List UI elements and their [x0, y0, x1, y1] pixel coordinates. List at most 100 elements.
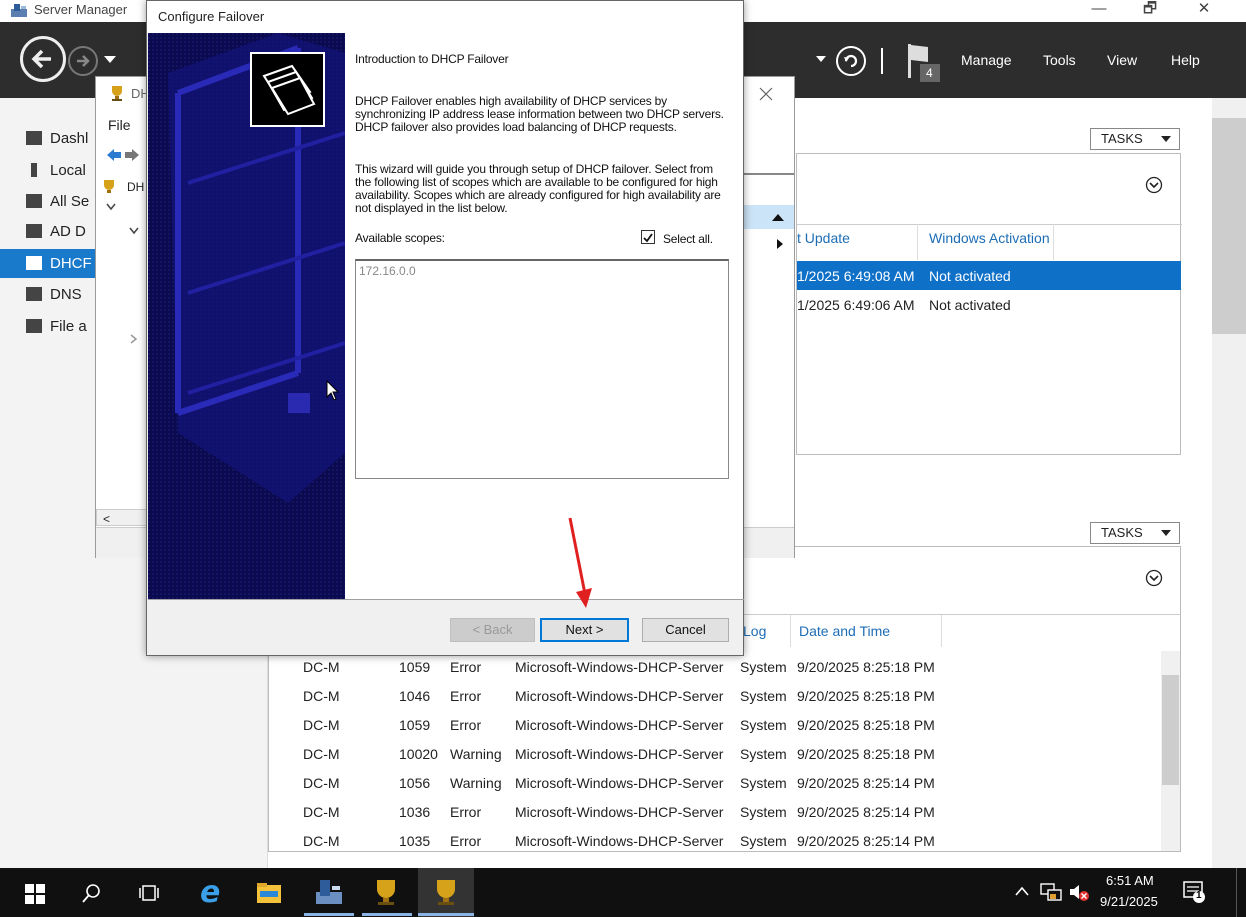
dhcp-icon — [26, 256, 42, 270]
sidebar-item-ad-ds[interactable]: AD D — [26, 217, 86, 245]
close-button[interactable]: ✕ — [1181, 0, 1227, 22]
chevron-down-icon — [1161, 136, 1171, 142]
dhcp-close-icon[interactable] — [759, 87, 773, 101]
sidebar-item-file-storage[interactable]: File a — [26, 312, 87, 340]
collapse-tile-icon[interactable] — [1145, 569, 1163, 587]
event-row[interactable]: DC-M 1046 Error Microsoft-Windows-DHCP-Serv… — [296, 682, 1166, 711]
menu-view[interactable]: View — [1107, 52, 1137, 68]
sidebar-item-dns[interactable]: DNS — [26, 280, 82, 308]
dashboard-icon — [26, 131, 42, 145]
svg-text:e: e — [200, 878, 220, 906]
event-source: Microsoft-Windows-DHCP-Server — [515, 746, 724, 762]
menu-file[interactable]: File — [108, 117, 131, 133]
available-scopes-label: Available scopes: — [355, 231, 445, 245]
event-row[interactable]: DC-M 1059 Error Microsoft-Windows-DHCP-Serv… — [296, 711, 1166, 740]
dhcp-active-taskbar-icon — [437, 880, 455, 905]
event-server: DC-M — [303, 717, 340, 733]
back-button[interactable] — [20, 36, 66, 82]
tree-expand-icon[interactable] — [106, 203, 116, 211]
folders-icon — [262, 64, 316, 116]
wizard-banner — [148, 33, 345, 599]
event-source: Microsoft-Windows-DHCP-Server — [515, 688, 724, 704]
event-row[interactable]: DC-M 10020 Warning Microsoft-Windows-DHCP-S… — [296, 740, 1166, 769]
row-activation: Not activated — [929, 268, 1011, 284]
refresh-dropdown-icon[interactable] — [816, 56, 826, 63]
event-server: DC-M — [303, 746, 340, 762]
taskbar-open-indicator — [304, 913, 354, 916]
event-row[interactable]: DC-M 1056 Warning Microsoft-Windows-DHCP-Se… — [296, 769, 1166, 798]
actions-pane-header[interactable] — [744, 205, 794, 229]
event-log: System — [740, 659, 787, 675]
cancel-button[interactable]: Cancel — [642, 618, 729, 642]
select-all-label[interactable]: Select all. — [663, 233, 713, 246]
internet-explorer-icon[interactable]: e — [198, 878, 228, 906]
menu-manage[interactable]: Manage — [961, 52, 1012, 68]
search-icon[interactable] — [82, 883, 102, 903]
next-button[interactable]: Next > — [540, 618, 629, 642]
configure-failover-dialog: Configure Failover Introduction to DHCP … — [146, 0, 744, 656]
tree-collapsed-icon[interactable] — [130, 334, 138, 344]
refresh-button[interactable] — [836, 46, 866, 76]
scope-item[interactable]: 172.16.0.0 — [359, 264, 416, 278]
main-scrollbar[interactable] — [1212, 98, 1246, 868]
sidebar-item-local-server[interactable]: Local — [26, 156, 86, 184]
windows-start-icon[interactable] — [25, 884, 45, 904]
event-row[interactable]: DC-M 1036 Error Microsoft-Windows-DHCP-Serv… — [296, 798, 1166, 827]
dhcp-taskbar-icon[interactable] — [372, 878, 400, 906]
menu-tools[interactable]: Tools — [1043, 52, 1076, 68]
event-source: Microsoft-Windows-DHCP-Server — [515, 804, 724, 820]
event-source: Microsoft-Windows-DHCP-Server — [515, 833, 724, 849]
col-last-update[interactable]: t Update — [797, 230, 850, 246]
row-last-update: 1/2025 6:49:06 AM — [797, 297, 915, 313]
file-explorer-icon[interactable] — [256, 882, 282, 904]
event-severity: Error — [450, 804, 482, 820]
sidebar-item-all-servers[interactable]: All Se — [26, 187, 89, 215]
active-taskbar-item[interactable] — [418, 868, 474, 917]
event-server: DC-M — [303, 659, 340, 675]
available-scopes-list[interactable]: 172.16.0.0 — [355, 259, 729, 479]
nav-arrows-icon[interactable] — [105, 147, 141, 163]
task-view-icon[interactable] — [138, 884, 160, 902]
select-all-checkbox[interactable] — [641, 230, 655, 244]
tree-root-label[interactable]: DH — [127, 180, 144, 194]
event-source: Microsoft-Windows-DHCP-Server — [515, 775, 724, 791]
servers-tasks-button[interactable]: TASKS — [1090, 128, 1180, 150]
clock-time[interactable]: 6:51 AM — [1106, 873, 1154, 888]
event-row[interactable]: DC-M 1059 Error Microsoft-Windows-DHCP-Serv… — [296, 653, 1166, 682]
event-source: Microsoft-Windows-DHCP-Server — [515, 659, 724, 675]
server-manager-app-icon — [11, 4, 27, 17]
server-manager-taskbar-icon[interactable] — [314, 878, 344, 906]
notifications-flag-button[interactable]: 4 — [906, 42, 942, 85]
ad-ds-icon — [26, 224, 42, 238]
server-row[interactable]: 1/2025 6:49:06 AM Not activated — [797, 290, 1181, 319]
tree-hscrollbar[interactable]: < — [96, 509, 148, 526]
sidebar-item-dhcp[interactable]: DHCF — [26, 249, 92, 277]
history-dropdown-icon[interactable] — [104, 56, 116, 64]
main-scroll-thumb[interactable] — [1212, 118, 1246, 334]
collapse-up-icon — [772, 214, 784, 221]
dialog-titlebar: Configure Failover — [147, 1, 743, 33]
sidebar-item-dashboard[interactable]: Dashl — [26, 124, 88, 152]
col-windows-activation[interactable]: Windows Activation — [929, 230, 1050, 246]
event-log: System — [740, 688, 787, 704]
maximize-button[interactable]: 🗗 — [1127, 0, 1173, 22]
volume-muted-icon[interactable] — [1068, 882, 1090, 902]
show-desktop-button[interactable] — [1236, 868, 1237, 917]
server-row-selected[interactable]: 1/2025 6:49:08 AM Not activated — [797, 261, 1181, 290]
menu-help[interactable]: Help — [1171, 52, 1200, 68]
network-icon[interactable] — [1040, 882, 1062, 902]
event-severity: Error — [450, 717, 482, 733]
tree-expand-icon[interactable] — [129, 227, 139, 235]
minimize-button[interactable]: — — [1076, 0, 1122, 22]
events-tasks-button[interactable]: TASKS — [1090, 522, 1180, 544]
back-button[interactable]: < Back — [450, 618, 535, 642]
event-date: 9/20/2025 8:25:18 PM — [797, 688, 935, 704]
sidebar-item-label: DHCF — [50, 254, 92, 272]
event-row[interactable]: DC-M 1035 Error Microsoft-Windows-DHCP-Serv… — [296, 827, 1166, 856]
collapse-tile-icon[interactable] — [1145, 176, 1163, 194]
clock-date[interactable]: 9/21/2025 — [1100, 894, 1158, 909]
sidebar-item-label: Dashl — [50, 129, 89, 147]
forward-button[interactable] — [68, 46, 98, 76]
action-center-button[interactable]: 1 — [1182, 880, 1206, 904]
show-hidden-icons-chevron[interactable] — [1015, 886, 1029, 896]
